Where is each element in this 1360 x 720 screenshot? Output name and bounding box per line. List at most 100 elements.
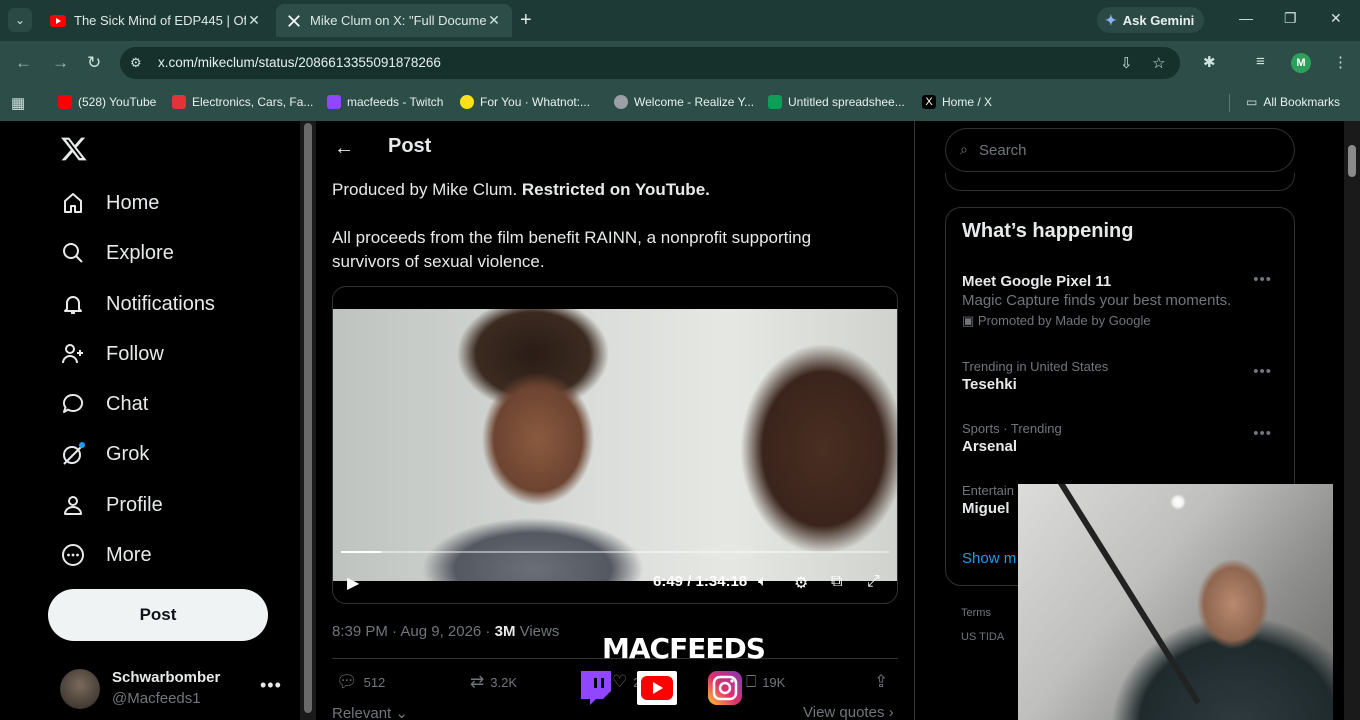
back-icon[interactable]: ←	[15, 53, 32, 73]
more-options-icon[interactable]: •••	[260, 675, 282, 696]
ask-gemini-button[interactable]: ✦ Ask Gemini	[1097, 7, 1205, 33]
bookmark-twitch[interactable]: macfeeds - Twitch	[327, 95, 443, 109]
minimize-icon[interactable]: —	[1239, 10, 1253, 26]
nav-explore[interactable]: Explore	[60, 233, 174, 273]
youtube-icon	[637, 669, 677, 707]
profile-icon	[60, 492, 86, 518]
settings-icon[interactable]: ⚙	[794, 573, 808, 593]
address-bar[interactable]: ⚙ x.com/mikeclum/status/2086613355091878…	[120, 47, 1180, 79]
stair-rail	[1058, 484, 1201, 705]
account-switcher[interactable]: Schwarbomber @Macfeeds1 •••	[60, 667, 290, 711]
close-tab-icon[interactable]: ✕	[246, 12, 262, 29]
page-title: Post	[388, 135, 432, 157]
globe-icon	[614, 95, 628, 109]
volume-icon[interactable]: 🔈︎	[758, 573, 768, 591]
reload-icon[interactable]: ↻	[87, 53, 101, 73]
nav-chat[interactable]: Chat	[60, 384, 148, 424]
restore-icon[interactable]: ❐	[1284, 10, 1297, 27]
instagram-icon	[705, 669, 745, 707]
search-icon	[60, 240, 86, 266]
sort-replies-dropdown[interactable]: Relevant ⌄	[332, 704, 408, 720]
post-button[interactable]: Post	[48, 589, 268, 641]
nav-notifications[interactable]: Notifications	[60, 284, 215, 324]
nav-grok[interactable]: Grok	[60, 434, 149, 474]
video-progress-fill	[341, 551, 381, 553]
bookmark-icon: ⎕	[746, 672, 757, 691]
more-options-icon[interactable]: •••	[1253, 363, 1272, 380]
bookmark-star-icon[interactable]: ☆	[1152, 54, 1165, 72]
profile-avatar[interactable]: M	[1291, 53, 1311, 73]
trend-description: Magic Capture finds your best moments.	[962, 292, 1232, 309]
share-button[interactable]: ⇪	[874, 672, 894, 692]
views-count: 3M	[494, 623, 516, 640]
nav-profile[interactable]: Profile	[60, 485, 163, 525]
left-scrollbar[interactable]	[300, 121, 316, 720]
apps-grid-icon[interactable]: ▦	[11, 94, 25, 112]
trend-item[interactable]: Sports · Trending Arsenal •••	[962, 421, 1282, 455]
ask-gemini-label: Ask Gemini	[1122, 12, 1195, 28]
bookmark-sheets[interactable]: Untitled spreadshee...	[768, 95, 905, 109]
post-text-paragraph: All proceeds from the film benefit RAINN…	[332, 228, 812, 271]
ebay-icon	[172, 95, 186, 109]
video-player[interactable]: ▶ 6:49 / 1:34:18 🔈︎ ⚙ ⧉ ⤢	[332, 286, 898, 604]
nav-home[interactable]: Home	[60, 183, 159, 223]
nav-label: Chat	[106, 392, 149, 415]
pip-icon[interactable]: ⧉	[831, 573, 842, 591]
all-bookmarks[interactable]: ▭ All Bookmarks	[1246, 95, 1340, 109]
tab-bar: ⌄ The Sick Mind of EDP445 | Offici ✕ Mik…	[0, 0, 1360, 41]
bookmark-youtube[interactable]: (528) YouTube	[58, 95, 156, 109]
play-icon[interactable]: ▶	[347, 573, 359, 593]
brand-watermark: MACFEEDS	[602, 632, 766, 665]
more-options-icon[interactable]: •••	[1253, 271, 1272, 288]
install-app-icon[interactable]: ⇩	[1120, 54, 1133, 72]
tab-x-post[interactable]: Mike Clum on X: "Full Documen ✕	[276, 4, 512, 37]
webcam-overlay	[1018, 484, 1333, 720]
bookmark-realize[interactable]: Welcome - Realize Y...	[614, 95, 754, 109]
url-text: x.com/mikeclum/status/208661335509187826…	[158, 55, 441, 70]
back-arrow-icon[interactable]: ←	[334, 137, 354, 160]
youtube-icon	[58, 95, 72, 109]
forward-icon[interactable]: →	[52, 53, 69, 73]
scrollbar-thumb[interactable]	[1348, 145, 1356, 177]
post-timestamp[interactable]: 8:39 PM · Aug 9, 2026 ·	[332, 623, 495, 640]
repost-button[interactable]: ⇄ 3.2K	[470, 672, 517, 692]
trend-topic: Arsenal	[962, 438, 1018, 455]
more-options-icon[interactable]: •••	[1253, 425, 1272, 442]
nav-more[interactable]: More	[60, 535, 152, 575]
right-scrollbar[interactable]	[1344, 121, 1360, 720]
window-close-icon[interactable]: ✕	[1330, 10, 1342, 27]
sheets-icon	[768, 95, 782, 109]
bookmark-x-home[interactable]: X Home / X	[922, 95, 992, 109]
reply-button[interactable]: 💬︎ 512	[336, 672, 385, 692]
show-more-link[interactable]: Show m	[962, 550, 1016, 567]
bookmark-whatnot[interactable]: For You · Whatnot:...	[460, 95, 590, 109]
tab-title: Mike Clum on X: "Full Documen	[310, 13, 486, 28]
post-meta: 8:39 PM · Aug 9, 2026 · 3M Views	[332, 623, 560, 640]
nav-follow[interactable]: Follow	[60, 334, 164, 374]
bookmark-ebay[interactable]: Electronics, Cars, Fa...	[172, 95, 313, 109]
new-tab-button[interactable]: +	[520, 9, 532, 31]
footer-terms-link[interactable]: Terms	[961, 607, 991, 619]
nav-label: Profile	[106, 493, 163, 516]
search-input[interactable]: ⌕ Search	[945, 128, 1295, 172]
x-logo-icon[interactable]	[60, 135, 88, 163]
promoted-trend[interactable]: Meet Google Pixel 11 Magic Capture finds…	[962, 271, 1282, 329]
tab-youtube[interactable]: The Sick Mind of EDP445 | Offici ✕	[40, 4, 272, 37]
close-tab-icon[interactable]: ✕	[486, 12, 502, 29]
scrollbar-thumb[interactable]	[304, 123, 312, 713]
nav-label: Explore	[106, 241, 174, 264]
footer-link[interactable]: US TIDA	[961, 631, 1004, 643]
browser-menu-icon[interactable]: ⋮	[1333, 53, 1348, 71]
nav-label: Follow	[106, 342, 164, 365]
fullscreen-icon[interactable]: ⤢	[867, 573, 880, 591]
tab-search-button[interactable]: ⌄	[8, 8, 32, 32]
site-info-icon[interactable]: ⚙	[130, 55, 142, 71]
extensions-icon[interactable]: ✱	[1203, 53, 1216, 71]
bookmark-button[interactable]: ⎕ 19K	[746, 672, 785, 692]
video-frame[interactable]	[333, 309, 897, 581]
bookmarks-bar: ▦ (528) YouTube Electronics, Cars, Fa...…	[0, 85, 1360, 121]
video-progress-bar[interactable]	[341, 551, 889, 553]
media-controls-icon[interactable]: ≡	[1256, 53, 1265, 70]
view-quotes-link[interactable]: View quotes ›	[803, 704, 894, 720]
trend-item[interactable]: Trending in United States Tesehki •••	[962, 359, 1282, 393]
